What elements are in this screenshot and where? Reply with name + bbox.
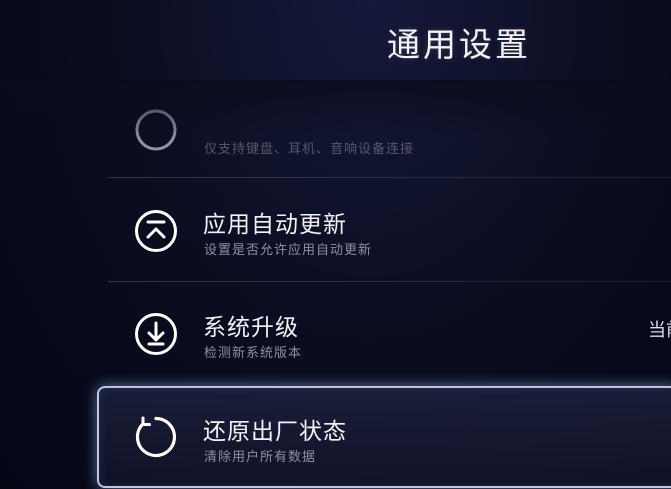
setting-subtitle: 设置是否允许应用自动更新 [204, 243, 373, 258]
setting-item-peripheral[interactable]: 仅支持键盘、耳机、音响设备连接 [108, 81, 671, 181]
settings-list: 仅支持键盘、耳机、音响设备连接 应用自动更新 设置是否允许应用自动更新 系统升级… [0, 0, 671, 489]
current-version-label: 当前 [648, 320, 671, 341]
divider [108, 177, 671, 178]
setting-subtitle: 检测新系统版本 [204, 346, 303, 361]
download-circle-icon [133, 311, 179, 357]
setting-item-system-upgrade[interactable]: 系统升级 检测新系统版本 当前 [108, 284, 671, 384]
setting-subtitle: 清除用户所有数据 [204, 450, 317, 465]
setting-title: 系统升级 [203, 315, 299, 341]
connection-icon [133, 107, 179, 153]
setting-item-auto-update[interactable]: 应用自动更新 设置是否允许应用自动更新 [108, 181, 671, 281]
chevron-up-circle-icon [133, 208, 179, 254]
restore-icon [133, 414, 179, 460]
setting-title: 还原出厂状态 [203, 419, 347, 445]
divider [108, 281, 671, 282]
setting-title: 应用自动更新 [203, 212, 347, 238]
setting-subtitle: 仅支持键盘、耳机、音响设备连接 [204, 142, 415, 157]
setting-item-factory-reset[interactable]: 还原出厂状态 清除用户所有数据 [97, 386, 671, 488]
